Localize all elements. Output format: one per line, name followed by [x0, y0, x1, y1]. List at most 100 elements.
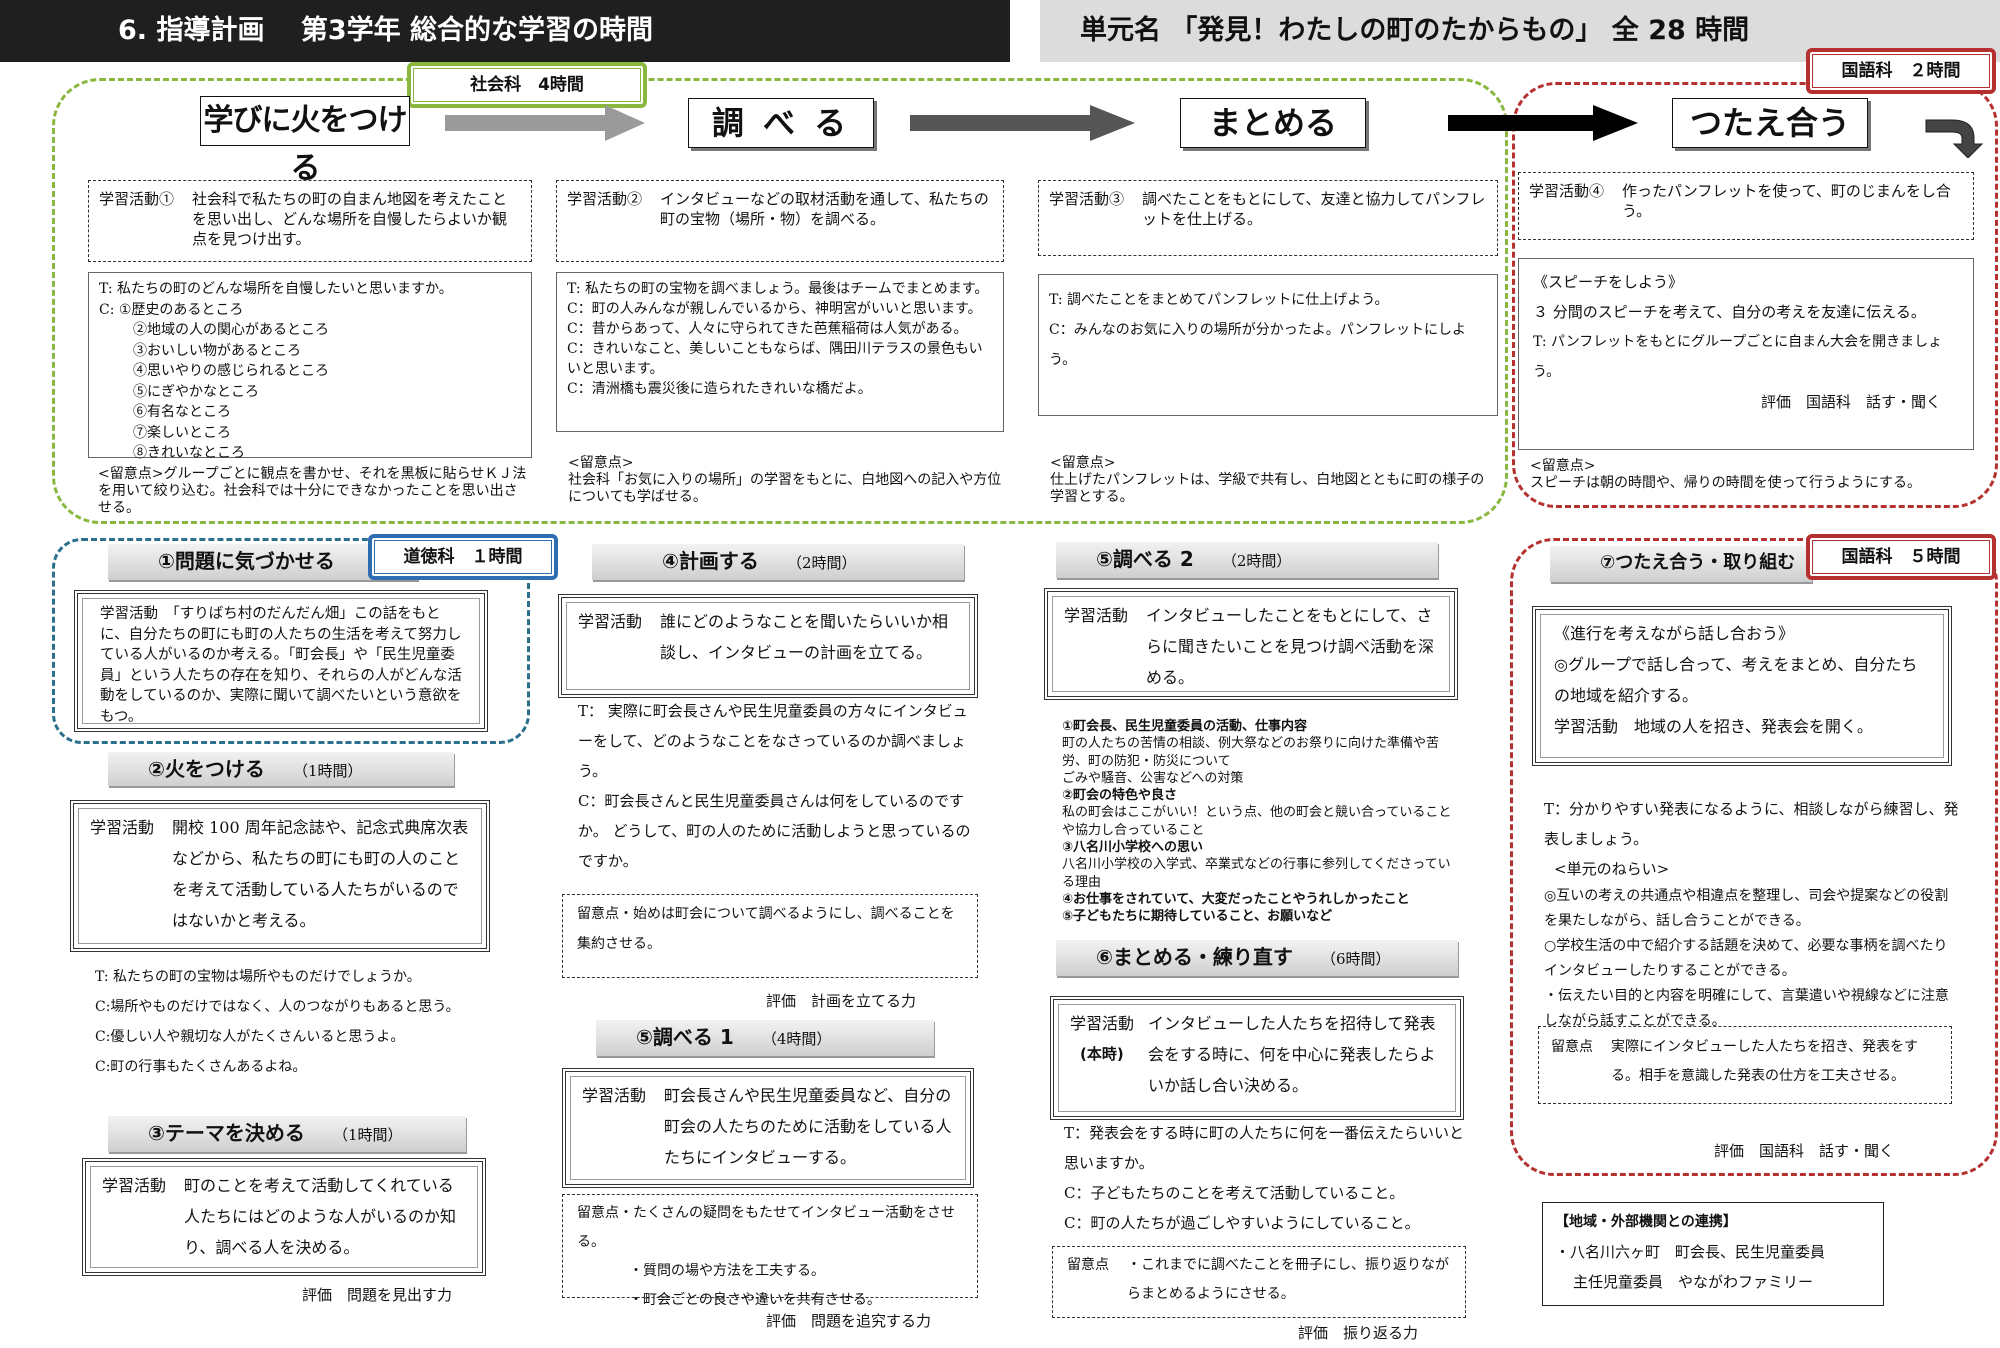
arrow-right-icon — [910, 105, 1135, 141]
note-2: 社会科「お気に入りの場所」の学習をもとに、白地図への記入や方位についても学ばせる… — [568, 472, 1002, 505]
activity-text: 誰にどのようなことを聞いたらいいか相談し、インタビューの計画を立てる。 — [660, 612, 949, 662]
step-4-activity-box: 学習活動 誰にどのようなことを聞いたらいいか相談し、インタビューの計画を立てる。 — [558, 594, 978, 698]
dialogue-line: T: 調べたことをまとめてパンフレットに仕上げよう。 — [1049, 292, 1389, 308]
dialogue-line: C:優しい人や親切な人がたくさんいると思うよ。 — [95, 1029, 405, 1045]
speech-text: ３ 分間のスピーチを考えて、自分の考えを友達に伝える。 — [1533, 303, 1926, 321]
activity-text: 調べたことをもとにして、友達と協力してパンフレットを仕上げる。 — [1142, 190, 1486, 228]
step-5-evaluation: 評価 問題を追究する力 — [766, 1312, 932, 1330]
box-activity: 学習活動 地域の人を招き、発表会を開く。 — [1554, 717, 1873, 736]
activity-label: 学習活動 — [1070, 1014, 1135, 1033]
step-7-note-box: 留意点 ・これまでに調べたことを冊子にし、振り返りながらまとめるようにさせる。 — [1052, 1246, 1466, 1318]
japanese-tag-2h: 国語科 ２時間 — [1806, 48, 1996, 94]
note-text: 留意点・たくさんの疑問をもたせてインタビュー活動をさせる。 — [577, 1205, 955, 1250]
dialogue-line: ⑧きれいなところ — [133, 445, 245, 461]
dialogue-line: C：町の人みんなが親しんでいるから、神明宮がいいと思います。 — [567, 301, 982, 317]
activity-text: 町のことを考えて活動してくれている人たちにはどのような人がいるのか知り、調べる人… — [184, 1176, 457, 1257]
activity-text: インタビューした人たちを招待して発表会をする時に、何を中心に発表したらよいか話し… — [1148, 1014, 1436, 1095]
activity-text: 町会長さんや民生児童委員など、自分の町会の人たちのために活動をしている人たちにイ… — [664, 1086, 952, 1167]
arrow-right-icon — [445, 105, 645, 141]
topic-head: ②町会の特色や良さ — [1062, 788, 1178, 804]
speech-title: 《スピーチをしよう》 — [1533, 273, 1684, 291]
step-7-activity-box: 学習活動 (本時) インタビューした人たちを招待して発表会をする時に、何を中心に… — [1050, 996, 1464, 1120]
note-3: 仕上げたパンフレットは、学級で共有し、白地図とともに町の様子の学習とする。 — [1050, 472, 1485, 505]
stage-spark: 学びに火をつける — [200, 96, 410, 186]
dialogue-line: C：町会長さんと民生児童委員さんは何をしているのですか。 どうして、町の人のため… — [578, 792, 971, 870]
activity-label: 学習活動 — [1064, 606, 1129, 625]
step-7-title: ⑥まとめる・練り直す （6時間） — [1056, 940, 1458, 976]
note-text: 留意点・始めは町会について調べるようにし、調べることを集約させる。 — [577, 906, 955, 952]
dialogue-line: ⑤にぎやかなところ — [133, 383, 259, 400]
activity-4-box: 学習活動④ 作ったパンフレットを使って、町のじまんをし合う。 — [1518, 172, 1974, 240]
note-label: 留意点 — [1067, 1257, 1109, 1273]
step-4-note-box: 留意点・始めは町会について調べるようにし、調べることを集約させる。 — [562, 894, 978, 978]
dialogue-line: ②地域の人の関心があるところ — [133, 322, 329, 338]
speech-box: 《スピーチをしよう》 ３ 分間のスピーチを考えて、自分の考えを友達に伝える。 T… — [1518, 258, 1974, 450]
step-8-evaluation: 評価 国語科 話す・聞く — [1714, 1142, 1895, 1160]
dialogue-line: T： 実際に町会長さんや民生児童委員の方々にインタビューをして、どのようなことを… — [578, 702, 968, 780]
note-label: 留意点 — [1551, 1039, 1593, 1055]
dialogue-line: ③おいしい物があるところ — [133, 342, 301, 359]
dialogue-line: C：子どもたちのことを考えて活動していること。 — [1064, 1184, 1405, 1202]
dialogue-line: C：町の人たちが過ごしやすいようにしていること。 — [1064, 1214, 1420, 1232]
step-4-title: ④計画する （2時間） — [592, 544, 964, 580]
dialogue-line: ⑥有名なところ — [133, 404, 231, 420]
dialogue-box-2: T: 私たちの町の宝物を調べましょう。最後はチームでまとめます。 C：町の人みん… — [556, 272, 1004, 432]
topic-body: 町の人たちの苦情の相談、例大祭などのお祭りに向けた準備や苦労、町の防犯・防災につ… — [1062, 736, 1440, 786]
activity-text: 学習活動 「すりばち村のだんだん畑」この話をもとに、自分たちの町にも町の人たちの… — [100, 606, 462, 725]
activity-label: 学習活動 — [582, 1086, 647, 1105]
links-line: 主任児童委員 やながわファミリー — [1573, 1273, 1814, 1291]
topic-head: ⑤子どもたちに期待していること、お願いなど — [1062, 909, 1333, 925]
aim-item: ◎互いの考えの共通点や相違点を整理し、司会や提案などの役割を果たしながら、話し合… — [1544, 888, 1949, 929]
note-4-title: <留意点> — [1530, 458, 1596, 474]
note-text: 実際にインタビューした人たちを招き、発表をする。相手を意識した発表の仕方を工夫さ… — [1611, 1039, 1919, 1084]
step-5-note-box: 留意点・たくさんの疑問をもたせてインタビュー活動をさせる。 ・質問の場や方法を工… — [562, 1194, 978, 1308]
evaluation-text: 評価 国語科 話す・聞く — [1760, 393, 1941, 411]
step-8-note-box: 留意点 実際にインタビューした人たちを招き、発表をする。相手を意識した発表の仕方を… — [1538, 1026, 1952, 1104]
activity-label: 学習活動 — [578, 612, 643, 631]
aim-title: <単元のねらい> — [1554, 860, 1670, 878]
activity-text: インタビューなどの取材活動を通して、私たちの町の宝物（場所・物）を調べる。 — [660, 190, 989, 228]
note-1: <留意点>グループごとに観点を書かせ、それを黒板に貼らせＫＪ法を用いて絞り込む。… — [98, 466, 527, 516]
step-6-title: ⑤調べる 2 （2時間） — [1056, 542, 1438, 578]
japanese-tag-5h: 国語科 ５時間 — [1806, 534, 1996, 580]
dialogue-line: C:町の行事もたくさんあるよね。 — [95, 1059, 307, 1075]
dialogue-line: ④思いやりの感じられるところ — [133, 363, 329, 379]
step-8-activity-box: 《進行を考えながら話し合おう》 ◎グループで話し合って、考えをまとめ、自分たちの… — [1532, 606, 1952, 766]
activity-label: 学習活動① — [99, 190, 175, 208]
community-links-box: 【地域・外部機関との連携】 ・八名川六ヶ町 町会長、民生児童委員 主任児童委員 … — [1542, 1202, 1884, 1306]
activity-1-box: 学習活動① 社会科で私たちの町の自まん地図を考えたことを思い出し、どんな場所を自慢… — [88, 180, 532, 262]
dialogue-line: T：分かりやすい発表になるように、相談しながら練習し、発表しましょう。 — [1544, 800, 1959, 848]
moral-education-tag: 道徳科 １時間 — [368, 534, 558, 580]
step-3-title: ③テーマを決める （1時間） — [108, 1116, 466, 1152]
interview-topics: ①町会長、民生児童委員の活動、仕事内容 町の人たちの苦情の相談、例大祭などのお祭… — [1062, 718, 1462, 926]
note-3-title: <留意点> — [1050, 455, 1116, 471]
current-lesson-label: (本時) — [1080, 1045, 1124, 1063]
dialogue-box-3: T: 調べたことをまとめてパンフレットに仕上げよう。 C：みんなのお気に入りの場… — [1038, 274, 1498, 416]
step-1-activity-box: 学習活動 「すりばち村のだんだん畑」この話をもとに、自分たちの町にも町の人たちの… — [74, 590, 488, 732]
activity-label: 学習活動② — [567, 190, 643, 208]
step-5-activity-box: 学習活動 町会長さんや民生児童委員など、自分の町会の人たちのために活動をしている人… — [562, 1068, 974, 1188]
dialogue-line: T: 私たちの町の宝物を調べましょう。最後はチームでまとめます。 — [567, 281, 989, 297]
activity-label: 学習活動④ — [1529, 182, 1605, 200]
step-6-activity-box: 学習活動 インタビューしたことをもとにして、さらに聞きたいことを見つけ調べ活動を深… — [1044, 588, 1458, 700]
step-3-evaluation: 評価 問題を見出す力 — [302, 1286, 453, 1304]
activity-text: 社会科で私たちの町の自まん地図を考えたことを思い出し、どんな場所を自慢したらよい… — [192, 190, 508, 248]
dialogue-line: C: ①歴史のあるところ — [99, 301, 244, 318]
activity-text: インタビューしたことをもとにして、さらに聞きたいことを見つけ調べ活動を深める。 — [1146, 606, 1435, 687]
dialogue-line: C:場所やものだけではなく、人のつながりもあると思う。 — [95, 999, 460, 1015]
activity-text: 作ったパンフレットを使って、町のじまんをし合う。 — [1622, 182, 1951, 220]
topic-body: 私の町会はここがいい！という点、他の町会と競い合っていることや協力し合っているこ… — [1062, 805, 1452, 838]
dialogue-line: C：みんなのお気に入りの場所が分かったよ。パンフレットにしよう。 — [1049, 322, 1466, 368]
step-8-title: ⑦つたえ合う・取り組む — [1550, 546, 1812, 582]
links-title: 【地域・外部機関との連携】 — [1555, 1214, 1737, 1230]
step-8-dialogue: T：分かりやすい発表になるように、相談しながら練習し、発表しましょう。 <単元の… — [1544, 794, 1960, 1034]
topic-body: 八名川小学校の入学式、卒業式などの行事に参列してくださっている理由 — [1062, 857, 1451, 890]
activity-label: 学習活動 — [102, 1176, 167, 1195]
step-4-dialogue: T： 実際に町会長さんや民生児童委員の方々にインタビューをして、どのようなことを… — [578, 696, 978, 876]
activity-2-box: 学習活動② インタビューなどの取材活動を通して、私たちの町の宝物（場所・物）を調べ… — [556, 180, 1004, 262]
dialogue-line: C：きれいなこと、美しいこともならば、隅田川テラスの景色もいいと思います。 — [567, 341, 983, 377]
stage-share: つたえ合う — [1672, 98, 1868, 148]
dialogue-line: T: 私たちの町のどんな場所を自慢したいと思いますか。 — [99, 281, 453, 297]
step-7-evaluation: 評価 振り返る力 — [1298, 1324, 1419, 1342]
topic-head: ③八名川小学校への思い — [1062, 840, 1204, 856]
